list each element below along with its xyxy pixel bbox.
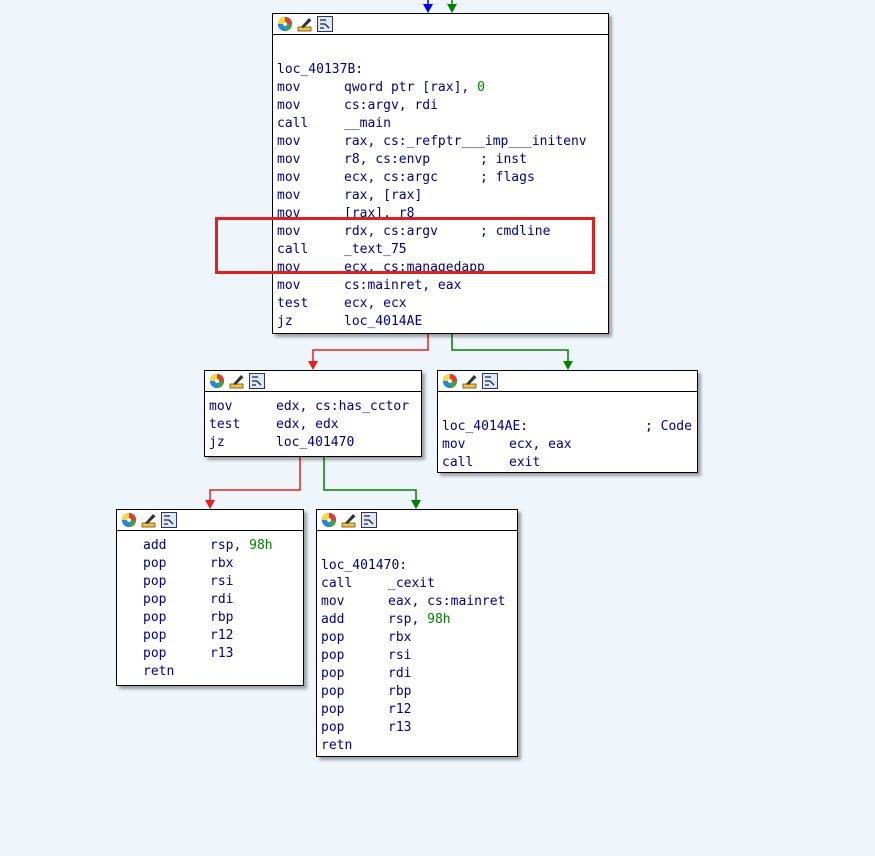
instruction-line[interactable]: mov qword ptr [rax], 0	[277, 79, 608, 97]
instruction-line[interactable]: pop r12	[321, 701, 517, 719]
rename-pencil-icon[interactable]	[462, 373, 478, 389]
graph-view-icon[interactable]	[361, 512, 377, 528]
graph-view-icon[interactable]	[161, 512, 177, 528]
block-label: loc_40137B:	[277, 62, 364, 77]
block-header	[438, 371, 697, 392]
exit-block[interactable]: loc_4014AE: ; Code mov ecx, eax call exit	[437, 370, 698, 473]
instruction-line[interactable]: test edx, edx	[209, 416, 421, 434]
instruction-line[interactable]: jz loc_4014AE	[277, 313, 608, 331]
arrow-main-to-exit	[563, 361, 573, 370]
rename-pencil-icon[interactable]	[297, 16, 313, 32]
rename-pencil-icon[interactable]	[229, 373, 245, 389]
instruction-line[interactable]: mov cs:mainret, eax	[277, 277, 608, 295]
graph-view-icon[interactable]	[482, 373, 498, 389]
instruction-line[interactable]: mov r8, cs:envp; inst	[277, 151, 608, 169]
instruction-line[interactable]: mov ecx, cs:argc; flags	[277, 169, 608, 187]
instruction-line[interactable]: mov rax, [rax]	[277, 187, 608, 205]
instruction-line[interactable]: call _cexit	[321, 575, 517, 593]
instruction-line[interactable]: mov cs:argv, rdi	[277, 97, 608, 115]
instruction-line[interactable]: pop r12	[143, 627, 303, 645]
instruction-line[interactable]: pop rbx	[321, 629, 517, 647]
rename-pencil-icon[interactable]	[141, 512, 157, 528]
instruction-line[interactable]: pop rsi	[321, 647, 517, 665]
block-header	[273, 14, 608, 35]
label-comment: ; Code	[645, 419, 692, 434]
rename-pencil-icon[interactable]	[341, 512, 357, 528]
block-header	[117, 510, 303, 531]
color-palette-icon[interactable]	[121, 512, 137, 528]
arrow-main-to-cctor	[308, 361, 318, 370]
instruction-line[interactable]: call exit	[442, 454, 697, 472]
incoming-arrow-blue	[423, 4, 433, 13]
has-cctor-block[interactable]: mov edx, cs:has_cctor test edx, edx jz loc_…	[204, 370, 422, 457]
instruction-line[interactable]: pop rsi	[143, 573, 303, 591]
instruction-line[interactable]: pop rbp	[143, 609, 303, 627]
instruction-line[interactable]: test ecx, ecx	[277, 295, 608, 313]
instruction-line[interactable]: pop rdi	[143, 591, 303, 609]
instruction-line[interactable]: pop rbx	[143, 555, 303, 573]
instruction-line[interactable]: pop r13	[321, 719, 517, 737]
block-label-line: loc_4014AE: ; Code	[442, 418, 697, 436]
instruction-line[interactable]: mov edx, cs:has_cctor	[209, 398, 421, 416]
instruction-line[interactable]: pop r13	[143, 645, 303, 663]
epilogue-block[interactable]: add rsp, 98h pop rbx pop rsi pop rdi pop rbp …	[116, 509, 304, 686]
graph-view-icon[interactable]	[317, 16, 333, 32]
instruction-line[interactable]: mov ecx, eax	[442, 436, 697, 454]
edge-main-to-exit	[451, 333, 569, 363]
instruction-line[interactable]: retn	[143, 663, 303, 681]
instruction-line[interactable]: mov eax, cs:mainret	[321, 593, 517, 611]
instruction-line[interactable]: mov rax, cs:_refptr___imp___initenv	[277, 133, 608, 151]
annotation-highlight-box	[215, 217, 595, 274]
instruction-line[interactable]: call __main	[277, 115, 608, 133]
edge-cctor-to-ret	[209, 456, 301, 502]
block-header	[317, 510, 517, 531]
color-palette-icon[interactable]	[209, 373, 225, 389]
edge-cctor-to-cexit	[323, 456, 417, 502]
block-label: loc_4014AE:	[442, 419, 529, 434]
instruction-line[interactable]: retn	[321, 737, 517, 755]
incoming-arrow-green	[447, 4, 457, 13]
instruction-line[interactable]: add rsp, 98h	[143, 537, 303, 555]
instruction-line[interactable]: pop rbp	[321, 683, 517, 701]
instruction-line[interactable]: add rsp, 98h	[321, 611, 517, 629]
cexit-block[interactable]: loc_401470: call _cexit mov eax, cs:mainre…	[316, 509, 518, 757]
edge-main-to-cctor	[312, 333, 429, 363]
arrow-cctor-to-ret	[205, 500, 215, 509]
color-palette-icon[interactable]	[321, 512, 337, 528]
color-palette-icon[interactable]	[442, 373, 458, 389]
main-code-block[interactable]: loc_40137B: mov qword ptr [rax], 0 mov cs:…	[272, 13, 609, 334]
block-header	[205, 371, 421, 392]
color-palette-icon[interactable]	[277, 16, 293, 32]
instruction-line[interactable]: pop rdi	[321, 665, 517, 683]
block-label: loc_401470:	[321, 558, 408, 573]
instruction-line[interactable]: jz loc_401470	[209, 434, 421, 452]
arrow-cctor-to-cexit	[411, 500, 421, 509]
graph-view-icon[interactable]	[249, 373, 265, 389]
